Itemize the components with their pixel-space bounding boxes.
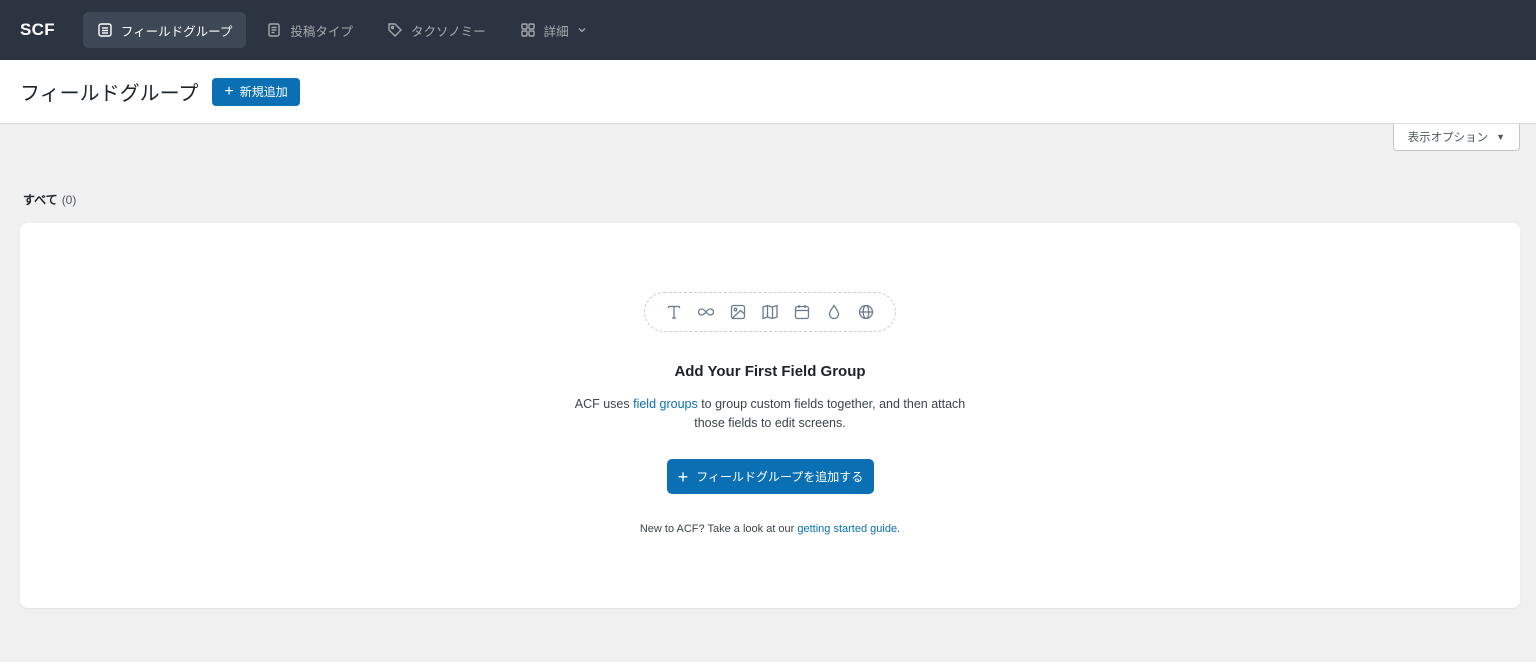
screen-options-label: 表示オプション bbox=[1407, 132, 1489, 144]
filter-all[interactable]: すべて bbox=[23, 193, 58, 207]
field-groups-link[interactable]: field groups bbox=[633, 397, 698, 411]
empty-state-title: Add Your First Field Group bbox=[674, 363, 866, 380]
tab-label: フィールドグループ bbox=[120, 24, 233, 39]
add-new-label: 新規追加 bbox=[239, 85, 288, 99]
map-icon bbox=[759, 301, 781, 323]
image-icon bbox=[727, 301, 749, 323]
tab-field-groups[interactable]: フィールドグループ bbox=[82, 12, 247, 48]
field-types-pill bbox=[644, 292, 896, 332]
tab-taxonomies[interactable]: タクソノミー bbox=[373, 12, 500, 48]
filter-all-count: (0) bbox=[61, 193, 77, 207]
plus-icon: + bbox=[224, 82, 234, 100]
logo[interactable]: SCF bbox=[20, 20, 55, 40]
empty-state-card: Add Your First Field Group ACF uses fiel… bbox=[20, 223, 1520, 608]
grid-icon bbox=[520, 22, 536, 38]
description-text: to group custom fields together, and the… bbox=[694, 397, 966, 430]
tab-post-types[interactable]: 投稿タイプ bbox=[252, 12, 367, 48]
document-icon bbox=[266, 22, 282, 38]
guide-text: . bbox=[897, 523, 901, 535]
add-new-button[interactable]: + 新規追加 bbox=[212, 77, 300, 106]
guide-text: New to ACF? Take a look at our bbox=[639, 523, 798, 535]
chevron-down-icon bbox=[577, 25, 587, 35]
getting-started-guide-link[interactable]: getting started guide bbox=[797, 523, 897, 535]
add-field-group-button[interactable]: + フィールドグループを追加する bbox=[667, 459, 874, 494]
empty-state-description: ACF uses field groups to group custom fi… bbox=[570, 395, 970, 433]
globe-icon bbox=[855, 301, 877, 323]
caret-down-icon: ▼ bbox=[1496, 132, 1505, 142]
list-icon bbox=[97, 22, 113, 38]
text-icon bbox=[663, 301, 685, 323]
page-title: フィールドグループ bbox=[20, 83, 199, 105]
calendar-icon bbox=[791, 301, 813, 323]
screen-options-button[interactable]: 表示オプション ▼ bbox=[1392, 124, 1520, 151]
getting-started-note: New to ACF? Take a look at our getting s… bbox=[20, 523, 1520, 535]
top-navigation: SCF フィールドグループ 投稿タイプ タクソノミー 詳細 bbox=[0, 0, 1536, 60]
tab-label: 詳細 bbox=[543, 24, 569, 39]
description-text: ACF uses bbox=[574, 397, 634, 411]
page-header: フィールドグループ + 新規追加 bbox=[0, 60, 1536, 124]
filter-links: すべて (0) bbox=[23, 191, 76, 208]
add-field-group-label: フィールドグループを追加する bbox=[696, 470, 864, 484]
tab-more[interactable]: 詳細 bbox=[506, 12, 601, 48]
plus-icon: + bbox=[677, 466, 689, 487]
tab-label: 投稿タイプ bbox=[290, 24, 353, 39]
tag-icon bbox=[387, 22, 403, 38]
color-drop-icon bbox=[823, 301, 845, 323]
tab-label: タクソノミー bbox=[410, 24, 486, 39]
infinity-icon bbox=[695, 301, 717, 323]
